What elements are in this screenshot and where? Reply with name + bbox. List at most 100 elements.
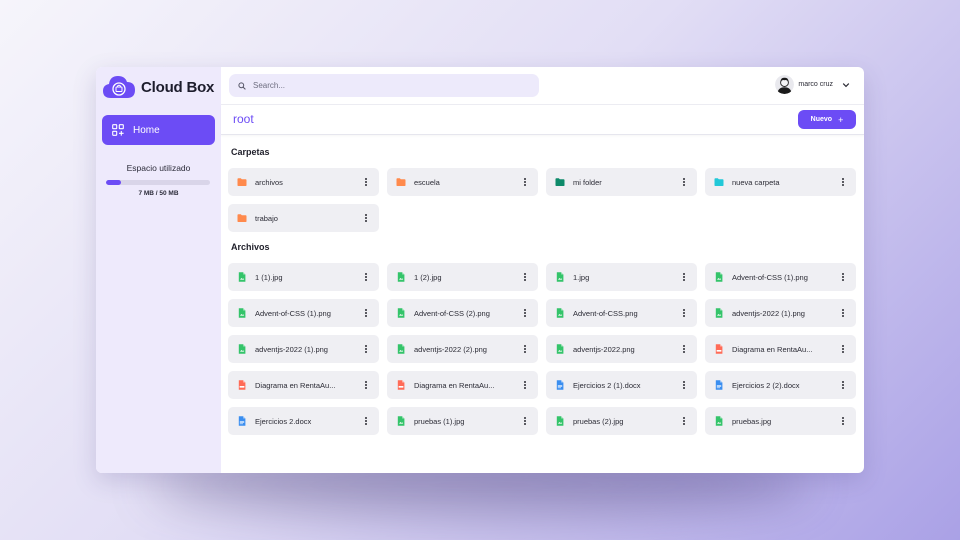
search-input[interactable]: [253, 81, 523, 90]
item-name: pruebas (1).jpg: [414, 416, 465, 426]
storage-progress-fill: [106, 180, 121, 185]
avatar: [775, 75, 795, 94]
more-options-icon[interactable]: [679, 417, 689, 425]
file-card[interactable]: pruebas.jpg: [705, 407, 856, 435]
user-menu[interactable]: marco cruz: [775, 75, 850, 94]
cloud-logo-icon: [103, 76, 135, 98]
pdf-file-icon: [238, 380, 246, 390]
folder-card[interactable]: archivos: [228, 168, 379, 196]
more-options-icon[interactable]: [520, 309, 530, 317]
new-button-label: Nuevo: [810, 116, 833, 123]
file-card[interactable]: adventjs-2022 (1).png: [705, 299, 856, 327]
item-name: adventjs-2022 (1).png: [732, 308, 805, 318]
top-bar: marco cruz: [221, 67, 864, 105]
more-options-icon[interactable]: [838, 309, 848, 317]
more-options-icon[interactable]: [679, 381, 689, 389]
app-logo: Cloud Box: [102, 74, 214, 100]
more-options-icon[interactable]: [361, 214, 371, 222]
file-card[interactable]: adventjs-2022.png: [546, 335, 697, 363]
item-name: Advent-of-CSS (2).png: [414, 308, 490, 318]
image-file-icon: [397, 416, 405, 426]
file-card[interactable]: 1.jpg: [546, 263, 697, 291]
more-options-icon[interactable]: [838, 273, 848, 281]
file-card[interactable]: pruebas (2).jpg: [546, 407, 697, 435]
more-options-icon[interactable]: [520, 273, 530, 281]
file-card[interactable]: pruebas (1).jpg: [387, 407, 538, 435]
image-file-icon: [556, 272, 564, 282]
file-card[interactable]: Advent-of-CSS (2).png: [387, 299, 538, 327]
image-file-icon: [238, 272, 246, 282]
files-grid: 1 (1).jpg 1 (2).jpg 1.jpg Advent-of-CSS (1)…: [228, 263, 856, 435]
folder-card[interactable]: nueva carpeta: [705, 168, 856, 196]
image-file-icon: [397, 272, 405, 282]
breadcrumb-root[interactable]: root: [233, 112, 254, 126]
folder-card[interactable]: mi folder: [546, 168, 697, 196]
folder-card[interactable]: escuela: [387, 168, 538, 196]
file-card[interactable]: 1 (1).jpg: [228, 263, 379, 291]
item-name: Advent-of-CSS.png: [573, 308, 638, 318]
file-card[interactable]: Ejercicios 2 (1).docx: [546, 371, 697, 399]
more-options-icon[interactable]: [520, 178, 530, 186]
storage-progress-bar: [106, 180, 210, 185]
item-name: escuela: [414, 177, 440, 187]
image-file-icon: [556, 344, 564, 354]
doc-file-icon: [238, 416, 246, 426]
more-options-icon[interactable]: [361, 178, 371, 186]
file-card[interactable]: Diagrama en RentaAu...: [705, 335, 856, 363]
more-options-icon[interactable]: [838, 417, 848, 425]
image-file-icon: [238, 308, 246, 318]
file-card[interactable]: Ejercicios 2 (2).docx: [705, 371, 856, 399]
more-options-icon[interactable]: [679, 178, 689, 186]
file-card[interactable]: adventjs-2022 (2).png: [387, 335, 538, 363]
pdf-file-icon: [397, 380, 405, 390]
file-card[interactable]: Advent-of-CSS (1).png: [705, 263, 856, 291]
item-name: nueva carpeta: [732, 177, 780, 187]
item-name: pruebas (2).jpg: [573, 416, 624, 426]
item-name: archivos: [255, 177, 283, 187]
app-window: Cloud Box Home Espacio utilizado 7 MB / …: [96, 67, 864, 473]
doc-file-icon: [715, 380, 723, 390]
item-name: Diagrama en RentaAu...: [255, 380, 336, 390]
more-options-icon[interactable]: [520, 345, 530, 353]
more-options-icon[interactable]: [361, 345, 371, 353]
grid-icon: [112, 124, 124, 136]
files-section-title: Archivos: [231, 242, 270, 252]
more-options-icon[interactable]: [361, 309, 371, 317]
storage-used-text: 7 MB / 50 MB: [138, 190, 179, 197]
more-options-icon[interactable]: [838, 345, 848, 353]
more-options-icon[interactable]: [679, 273, 689, 281]
item-name: Ejercicios 2 (2).docx: [732, 380, 800, 390]
file-card[interactable]: Diagrama en RentaAu...: [387, 371, 538, 399]
more-options-icon[interactable]: [520, 381, 530, 389]
more-options-icon[interactable]: [838, 381, 848, 389]
image-file-icon: [715, 308, 723, 318]
folder-card[interactable]: trabajo: [228, 204, 379, 232]
file-card[interactable]: adventjs-2022 (1).png: [228, 335, 379, 363]
search-icon: [238, 81, 246, 90]
image-file-icon: [715, 416, 723, 426]
image-file-icon: [556, 416, 564, 426]
search-box[interactable]: [229, 74, 539, 97]
more-options-icon[interactable]: [361, 417, 371, 425]
more-options-icon[interactable]: [520, 417, 530, 425]
sidebar-item-label: Home: [133, 124, 160, 136]
more-options-icon[interactable]: [679, 345, 689, 353]
file-card[interactable]: 1 (2).jpg: [387, 263, 538, 291]
sidebar-item-home[interactable]: Home: [102, 115, 215, 145]
breadcrumb: root Nuevo +: [221, 105, 864, 135]
file-card[interactable]: Ejercicios 2.docx: [228, 407, 379, 435]
more-options-icon[interactable]: [838, 178, 848, 186]
more-options-icon[interactable]: [361, 381, 371, 389]
more-options-icon[interactable]: [361, 273, 371, 281]
file-card[interactable]: Diagrama en RentaAu...: [228, 371, 379, 399]
storage-title: Espacio utilizado: [126, 163, 191, 173]
item-name: pruebas.jpg: [732, 416, 772, 426]
image-file-icon: [715, 272, 723, 282]
file-card[interactable]: Advent-of-CSS.png: [546, 299, 697, 327]
item-name: Ejercicios 2.docx: [255, 416, 312, 426]
more-options-icon[interactable]: [679, 309, 689, 317]
new-button[interactable]: Nuevo +: [798, 110, 856, 129]
file-card[interactable]: Advent-of-CSS (1).png: [228, 299, 379, 327]
item-name: adventjs-2022.png: [573, 344, 635, 354]
item-name: adventjs-2022 (1).png: [255, 344, 328, 354]
